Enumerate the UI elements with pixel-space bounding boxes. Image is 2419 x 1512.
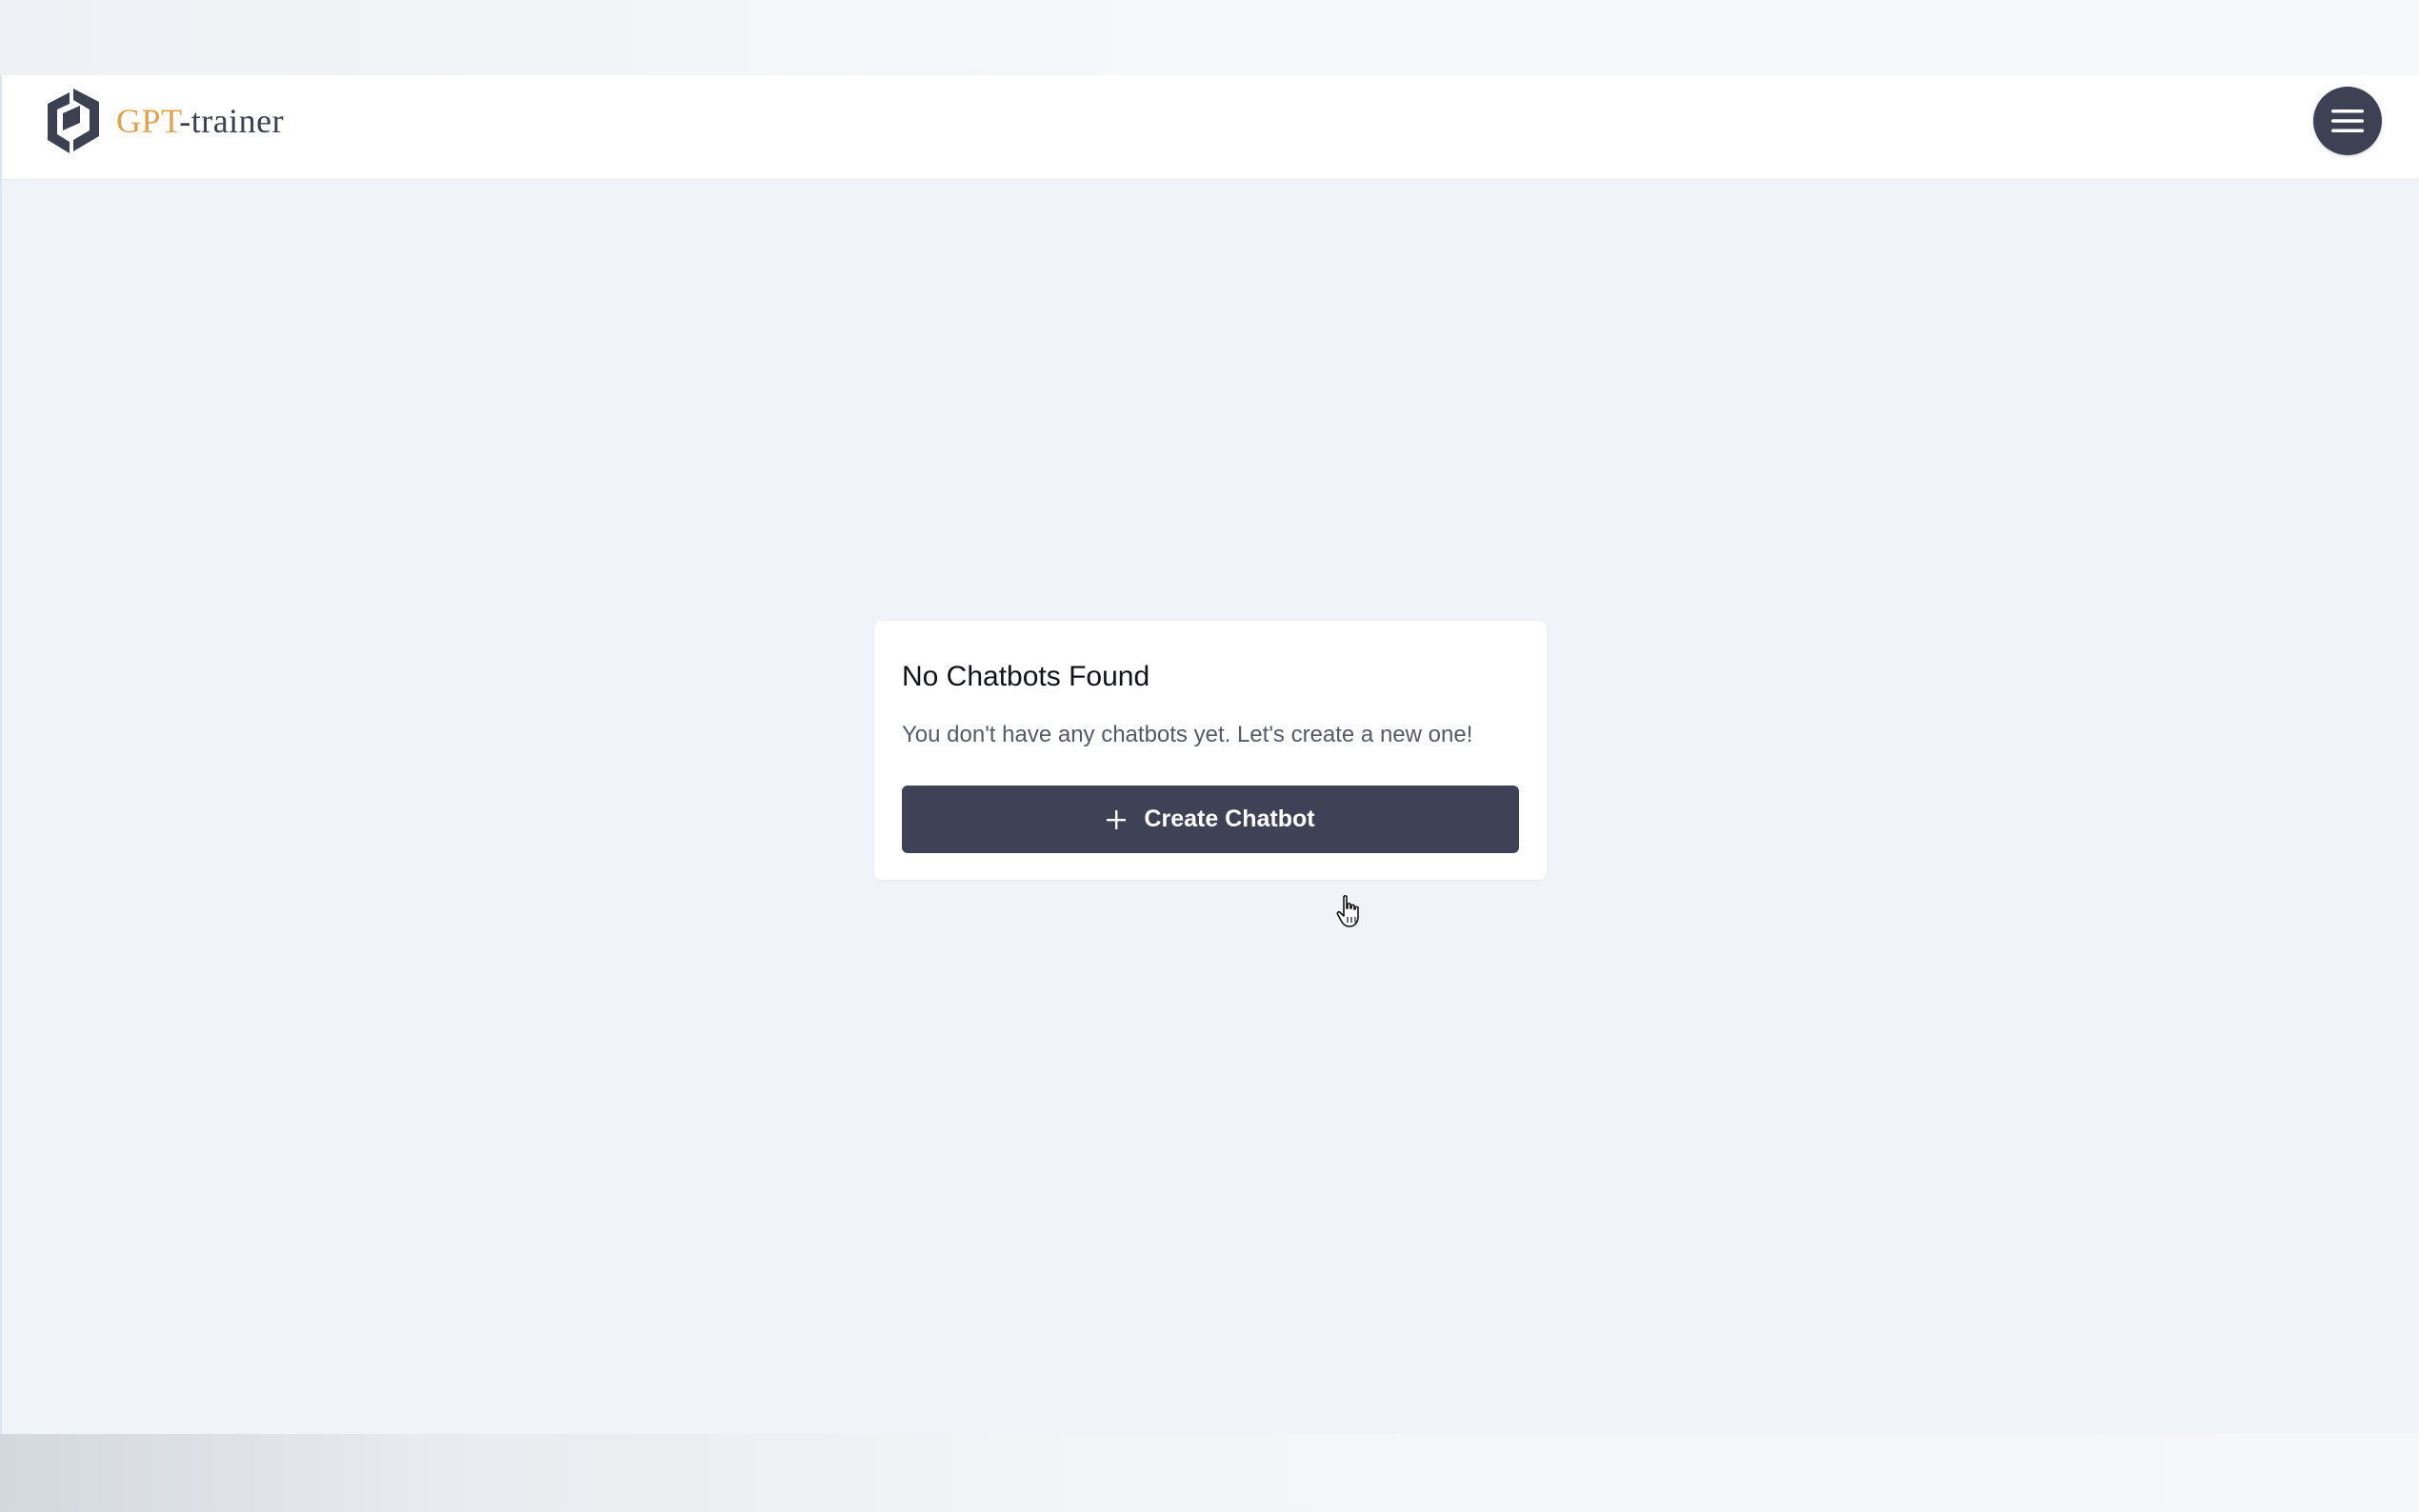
menu-button[interactable] xyxy=(2313,87,2382,155)
hamburger-icon xyxy=(2331,109,2364,132)
logo-text-gpt: GPT xyxy=(116,102,180,140)
logo-text-trainer: -trainer xyxy=(179,102,285,140)
backdrop-bottom xyxy=(0,1434,2419,1512)
create-chatbot-label: Create Chatbot xyxy=(1144,806,1315,832)
empty-state-message: You don't have any chatbots yet. Let's c… xyxy=(902,722,1473,747)
logo-wordmark: GPT-trainer xyxy=(116,104,284,138)
logo-mark-icon xyxy=(48,89,99,153)
backdrop-top xyxy=(0,0,2419,75)
empty-state-title: No Chatbots Found xyxy=(902,661,1150,692)
top-navbar: GPT-trainer xyxy=(2,75,2419,180)
empty-state-card: No Chatbots Found You don't have any cha… xyxy=(874,621,1547,880)
brand-logo[interactable]: GPT-trainer xyxy=(44,87,284,155)
create-chatbot-button[interactable]: Create Chatbot xyxy=(902,786,1519,853)
plus-icon xyxy=(1107,809,1127,829)
